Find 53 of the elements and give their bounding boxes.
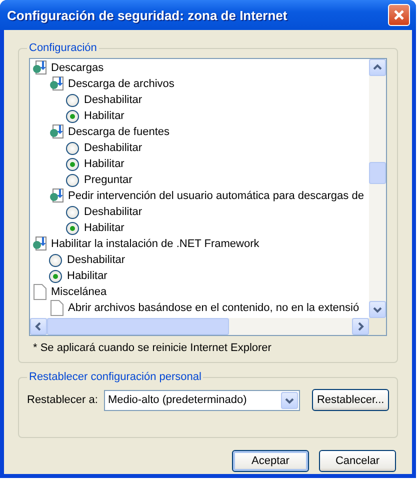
tree-item[interactable]: Habilitar la instalación de .NET Framework [51,238,260,250]
chevron-down-icon [284,396,294,404]
scroll-left-button[interactable] [30,318,47,335]
group-title: Restablecer configuración personal [28,371,202,383]
scroll-right-button[interactable] [352,318,369,335]
document-icon [32,284,48,300]
dialog-button[interactable]: Cancelar [319,450,396,472]
scroll-down-button[interactable] [369,301,386,318]
settings-icon [49,188,65,204]
radio-button[interactable] [49,254,62,266]
vertical-scrollbar[interactable] [369,59,386,318]
settings-icon [32,236,48,252]
radio-button[interactable] [66,174,79,186]
option-label[interactable]: Habilitar [84,110,124,122]
dropdown-button[interactable] [280,392,298,408]
radio-button[interactable] [66,142,79,154]
option-label[interactable]: Deshabilitar [84,142,142,154]
level-dropdown[interactable]: Medio-alto (predeterminado) [104,390,300,410]
radio-button[interactable] [66,222,79,234]
settings-icon [49,124,65,140]
option-label[interactable]: Deshabilitar [84,94,142,106]
option-label[interactable]: Preguntar [84,174,132,186]
scroll-thumb[interactable] [369,162,386,184]
radio-button[interactable] [66,158,79,170]
scroll-thumb[interactable] [47,318,229,335]
reset-label: Restablecer a: [27,394,98,406]
option-label[interactable]: Habilitar [84,222,124,234]
radio-button[interactable] [49,270,62,282]
scroll-up-button[interactable] [369,59,386,76]
tree-item[interactable]: Miscelánea [51,286,107,298]
reset-button[interactable]: Restablecer... [312,389,390,411]
scrollbar-corner [369,318,386,335]
dialog-button[interactable]: Aceptar [232,450,309,472]
close-button[interactable] [388,4,410,26]
settings-icon [49,76,65,92]
tree-item[interactable]: Abrir archivos basándose en el contenido, no en la extensió [68,302,360,314]
restart-note: * Se aplicará cuando se reinicie Internet Explorer [32,341,272,356]
radio-button[interactable] [66,94,79,106]
option-label[interactable]: Deshabilitar [67,254,126,266]
group-title: Configuración [28,42,98,54]
option-label[interactable]: Habilitar [67,270,108,282]
radio-button[interactable] [66,110,79,122]
horizontal-scrollbar[interactable] [30,318,369,335]
option-label[interactable]: Deshabilitar [84,206,142,218]
document-icon [49,300,65,316]
window-title: Configuración de seguridad: zona de Internet [7,8,288,22]
tree-item[interactable]: Descarga de archivos [68,78,174,90]
radio-button[interactable] [66,206,79,218]
tree-item[interactable]: Descargas [51,62,104,74]
tree-item[interactable]: Pedir intervención del usuario automática para descargas de [68,190,364,202]
close-icon [393,9,405,21]
option-label[interactable]: Habilitar [84,158,124,170]
tree-item[interactable]: Descarga de fuentes [68,126,170,138]
